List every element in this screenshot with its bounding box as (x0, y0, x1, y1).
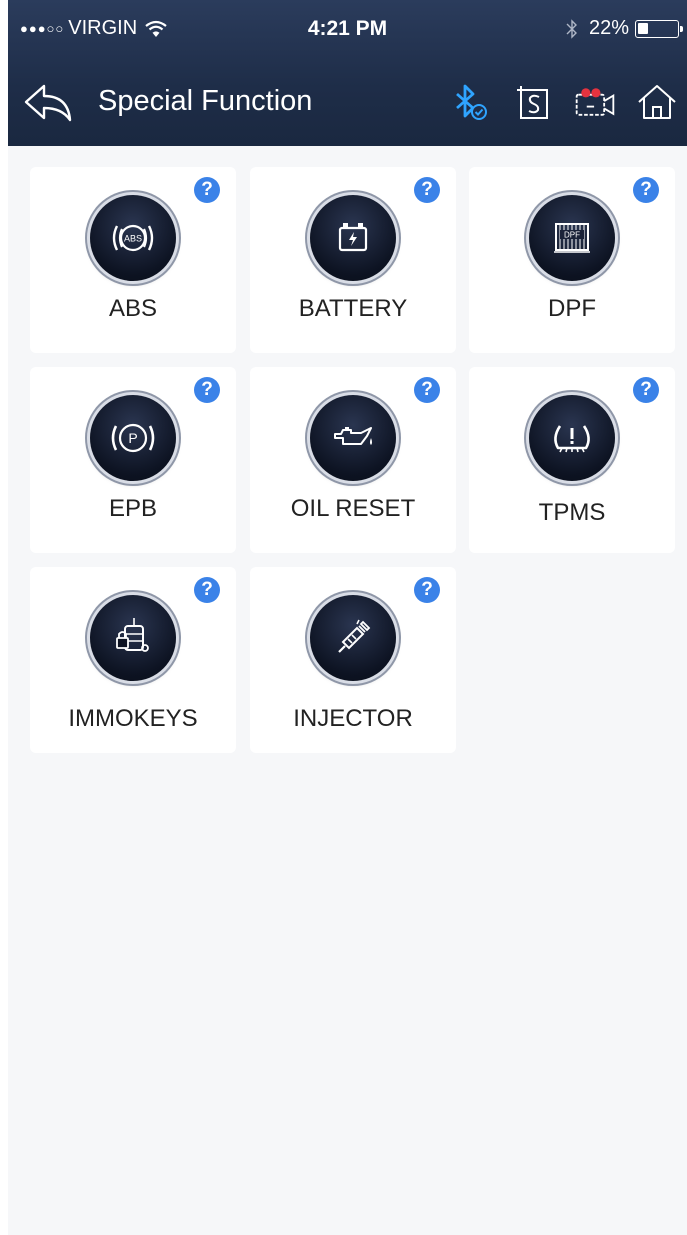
tile-label: IMMOKEYS (68, 705, 198, 732)
abs-glyph: ABS (112, 224, 154, 252)
battery-level-icon (635, 19, 683, 38)
help-button[interactable]: ? (633, 377, 659, 403)
svg-text:DPF: DPF (564, 231, 580, 240)
nav-icons (431, 80, 679, 124)
status-right: 22% (565, 17, 683, 40)
help-button[interactable]: ? (194, 177, 220, 203)
tile-label: INJECTOR (293, 705, 413, 732)
injector-glyph (338, 619, 371, 653)
battery-icon (310, 195, 396, 281)
battery-percent: 22% (588, 17, 629, 39)
function-tile-tpms[interactable]: ? TPMS (469, 367, 675, 553)
function-tile-injector[interactable]: ? INJECTOR (250, 567, 456, 753)
record-button[interactable] (573, 80, 617, 124)
oil-glyph (334, 427, 372, 445)
screenshot-icon (517, 86, 548, 119)
help-button[interactable]: ? (414, 577, 440, 603)
parking-brake-icon: P (90, 395, 176, 481)
function-tile-immokeys[interactable]: ? IMMOKEYS (30, 567, 236, 753)
video-record-icon (575, 88, 615, 116)
help-button[interactable]: ? (633, 177, 659, 203)
epb-glyph: P (111, 423, 155, 453)
tile-label: BATTERY (298, 295, 408, 322)
abs-icon: ABS (90, 195, 176, 281)
home-icon (638, 85, 676, 119)
dpf-glyph: DPF (554, 223, 590, 253)
page-title: Special Function (98, 85, 313, 117)
injector-icon (310, 595, 396, 681)
tpms-glyph (554, 425, 590, 453)
svg-text:P: P (128, 430, 137, 446)
immokeys-glyph (116, 618, 149, 652)
oil-can-icon (310, 395, 396, 481)
nav-bar: Special Function (8, 60, 687, 146)
svg-text:ABS: ABS (124, 234, 142, 244)
tile-label: TPMS (538, 499, 606, 526)
help-button[interactable]: ? (194, 377, 220, 403)
tile-label: ABS (108, 295, 158, 322)
screenshot-button[interactable] (511, 80, 555, 124)
header: ●●●○○ VIRGIN 4:21 PM 22% Special Functio… (8, 0, 687, 146)
bluetooth-connection-button[interactable] (449, 80, 493, 124)
tire-pressure-icon (529, 395, 615, 481)
bluetooth-icon (566, 18, 577, 39)
tile-label: OIL RESET (290, 495, 416, 522)
back-button[interactable] (22, 80, 74, 124)
immobilizer-key-icon (90, 595, 176, 681)
back-arrow-icon (24, 84, 72, 122)
status-bar: ●●●○○ VIRGIN 4:21 PM 22% (8, 0, 687, 60)
tile-label: EPB (108, 495, 158, 522)
function-tile-abs[interactable]: ? ABS ABS (30, 167, 236, 353)
left-edge (0, 0, 8, 1235)
home-button[interactable] (635, 80, 679, 124)
function-tile-battery[interactable]: ? BATTERY (250, 167, 456, 353)
function-tile-epb[interactable]: ? P EPB (30, 367, 236, 553)
help-button[interactable]: ? (414, 377, 440, 403)
dpf-icon: DPF (529, 195, 615, 281)
battery-glyph (338, 223, 368, 252)
help-button[interactable]: ? (414, 177, 440, 203)
function-tile-oil-reset[interactable]: ? OIL RESET (250, 367, 456, 553)
help-button[interactable]: ? (194, 577, 220, 603)
function-tile-dpf[interactable]: ? DPF DPF (469, 167, 675, 353)
bluetooth-connected-icon (456, 84, 487, 120)
tile-label: DPF (548, 295, 596, 322)
